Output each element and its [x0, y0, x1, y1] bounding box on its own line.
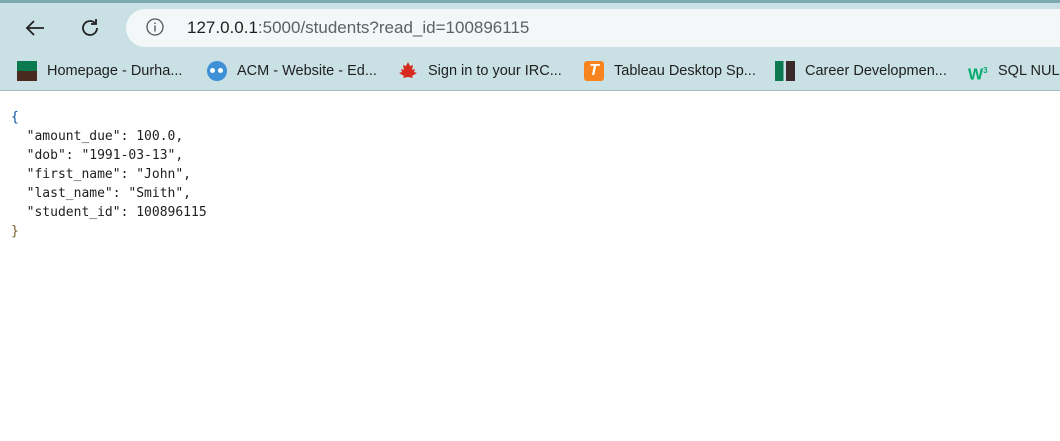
bookmark-label: Homepage - Durha...	[47, 63, 183, 79]
json-open-brace: {	[11, 110, 19, 125]
json-close-brace: }	[11, 224, 19, 239]
bookmark-label: Sign in to your IRC...	[428, 63, 562, 79]
tableau-t-icon: T	[584, 61, 604, 81]
json-line-amount-due: "amount_due": 100.0,	[11, 129, 184, 144]
owl-icon	[207, 61, 227, 81]
bookmark-career[interactable]: Career Developmen...	[775, 55, 947, 87]
json-line-student-id: "student_id": 100896115	[11, 205, 207, 220]
url-path: :5000/students?read_id=100896115	[257, 18, 530, 37]
bookmark-w3schools[interactable]: W3 SQL NULL	[968, 55, 1060, 87]
bookmark-label: Tableau Desktop Sp...	[614, 63, 756, 79]
address-bar[interactable]: 127.0.0.1:5000/students?read_id=10089611…	[126, 9, 1060, 47]
bookmark-label: ACM - Website - Ed...	[237, 63, 377, 79]
bookmark-ircc[interactable]: Sign in to your IRC...	[398, 55, 562, 87]
bookmark-tableau[interactable]: T Tableau Desktop Sp...	[584, 55, 756, 87]
site-info-icon[interactable]	[146, 18, 164, 36]
bookmark-acm[interactable]: ACM - Website - Ed...	[207, 55, 377, 87]
json-line-first-name: "first_name": "John",	[11, 167, 192, 182]
json-line-dob: "dob": "1991-03-13",	[11, 148, 184, 163]
durham-logo-icon	[17, 61, 37, 81]
bookmark-label: Career Developmen...	[805, 63, 947, 79]
maple-leaf-icon	[399, 62, 417, 81]
bookmark-durham[interactable]: Homepage - Durha...	[17, 55, 182, 87]
reload-icon	[82, 19, 98, 36]
w3schools-icon: W3	[968, 66, 988, 84]
career-logo-icon	[775, 61, 795, 81]
url-host: 127.0.0.1	[187, 18, 258, 37]
reload-button[interactable]	[75, 13, 105, 43]
back-arrow-icon	[25, 20, 44, 36]
bookmark-label: SQL NULL	[998, 63, 1060, 79]
json-line-last-name: "last_name": "Smith",	[11, 186, 192, 201]
url-text[interactable]: 127.0.0.1:5000/students?read_id=10089611…	[187, 18, 529, 38]
bookmarks-bar: Homepage - Durha... ACM - Website - Ed..…	[0, 55, 1060, 87]
browser-chrome: 127.0.0.1:5000/students?read_id=10089611…	[0, 0, 1060, 91]
back-button[interactable]	[20, 13, 50, 43]
json-response: { "amount_due": 100.0, "dob": "1991-03-1…	[11, 108, 207, 241]
